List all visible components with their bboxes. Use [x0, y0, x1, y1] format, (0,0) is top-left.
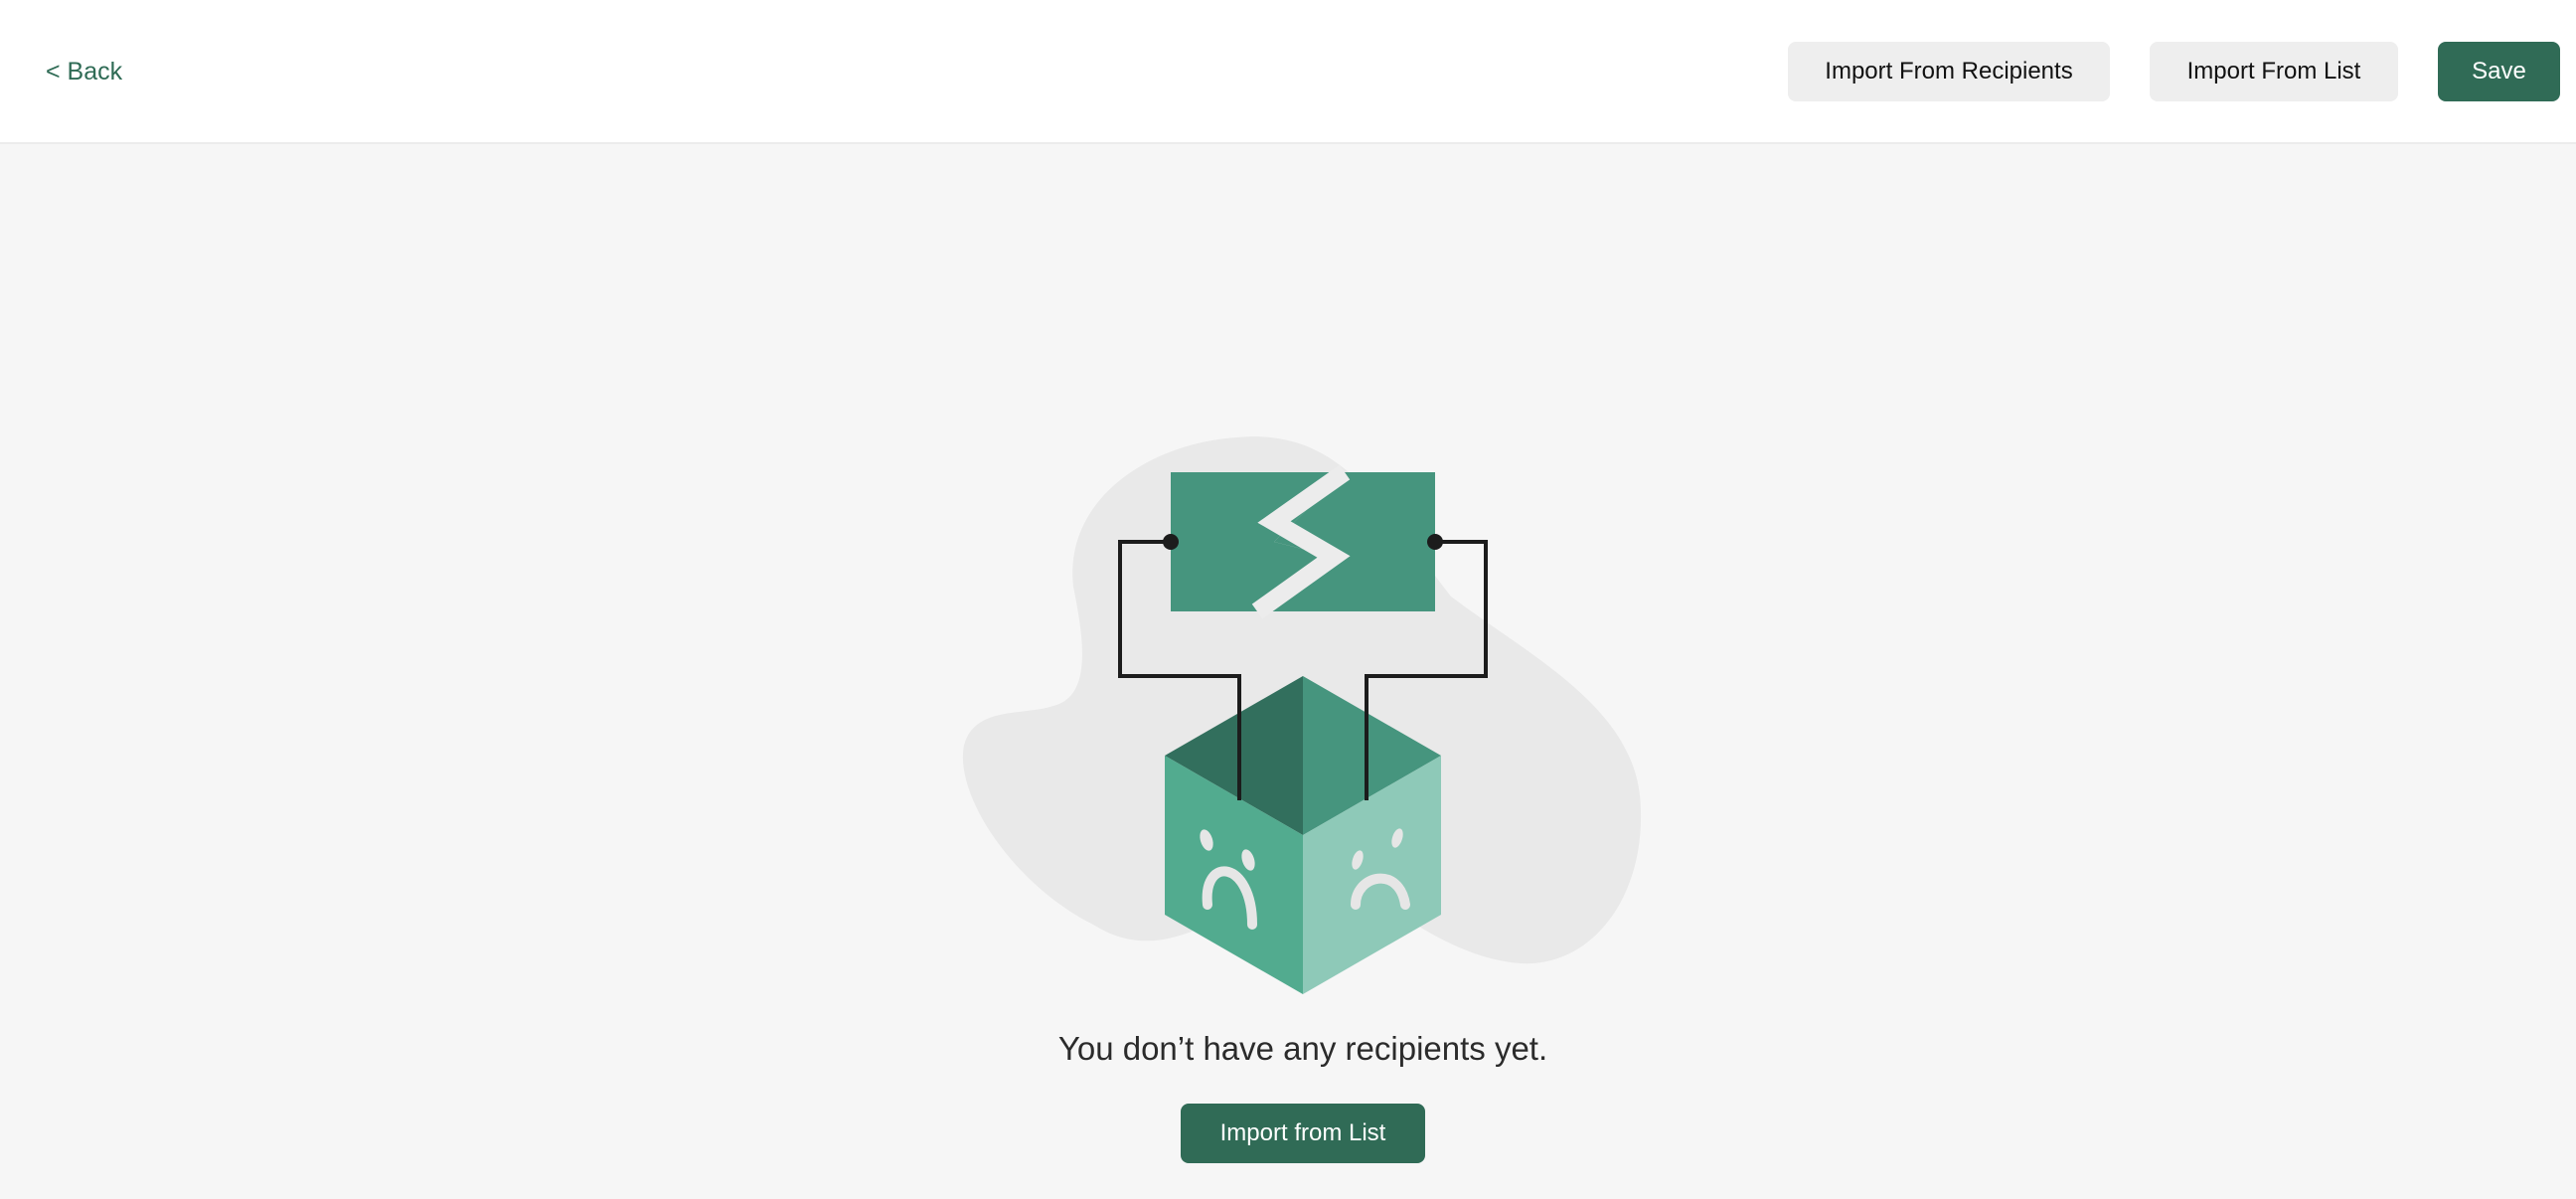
back-link[interactable]: < Back [46, 52, 122, 91]
import-from-list-cta-button[interactable]: Import from List [1181, 1104, 1425, 1163]
right-connector-dot [1427, 534, 1443, 550]
broken-connection-sad-box-icon [962, 436, 1642, 994]
import-from-list-button[interactable]: Import From List [2150, 42, 2398, 101]
top-toolbar: < Back Import From Recipients Import Fro… [0, 0, 2576, 144]
import-from-recipients-button[interactable]: Import From Recipients [1788, 42, 2110, 101]
empty-state-illustration [954, 418, 1650, 1014]
left-connector-dot [1163, 534, 1179, 550]
empty-state-message: You don’t have any recipients yet. [1057, 1030, 1548, 1067]
save-button[interactable]: Save [2438, 42, 2560, 101]
